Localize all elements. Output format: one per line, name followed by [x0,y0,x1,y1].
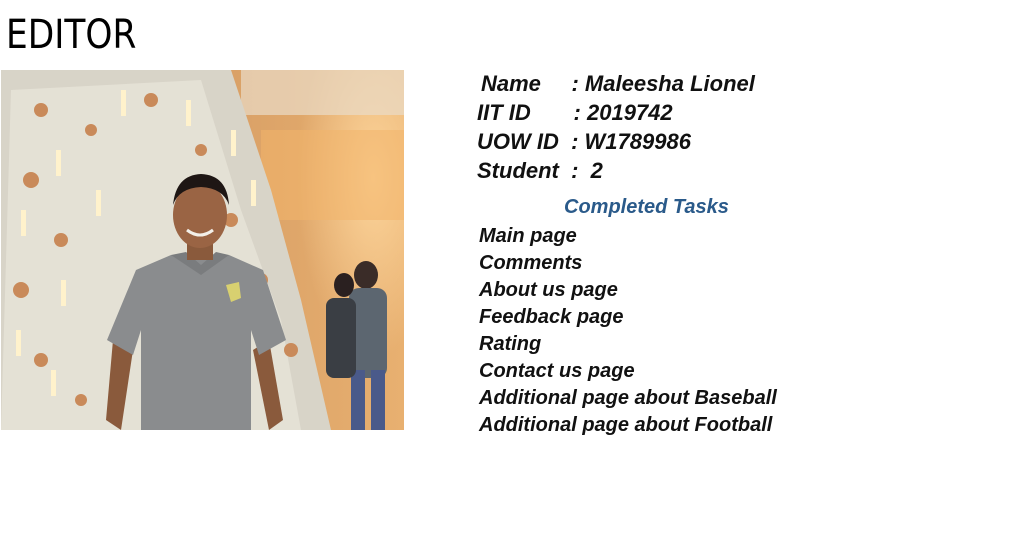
task-item: Feedback page [479,306,624,328]
editor-name: Name : Maleesha Lionel [481,71,755,96]
completed-tasks-list: Main page Comments About us page Feedbac… [479,223,777,439]
task-item: Additional page about Football [479,414,773,436]
editor-uow-id: UOW ID : W1789986 [477,129,691,154]
task-item: Additional page about Baseball [479,387,777,409]
task-item: About us page [479,279,618,301]
task-item: Rating [479,333,542,355]
page-title: EDITOR [6,12,137,58]
task-item: Main page [479,225,577,247]
editor-iit-id: IIT ID : 2019742 [477,100,673,125]
task-item: Comments [479,252,583,274]
completed-tasks-heading: Completed Tasks [564,196,729,218]
editor-student-number: Student : 2 [477,158,603,183]
editor-photo [1,70,404,430]
task-item: Contact us page [479,360,635,382]
